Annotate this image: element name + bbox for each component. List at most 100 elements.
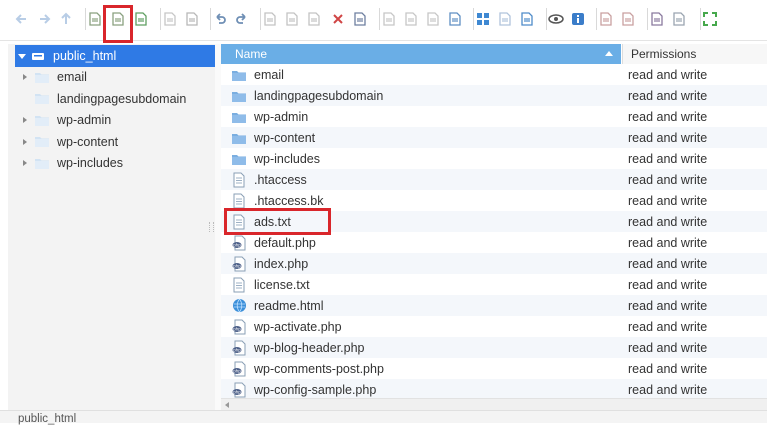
splitter-grip-icon[interactable] bbox=[209, 222, 214, 232]
archive-icon[interactable] bbox=[619, 10, 637, 28]
file-name-cell[interactable]: php index.php bbox=[231, 253, 308, 274]
file-name-cell[interactable]: landingpagesubdomain bbox=[231, 85, 383, 106]
folder-icon bbox=[34, 155, 50, 171]
permissions-cell: read and write bbox=[628, 130, 708, 145]
permissions-cell: read and write bbox=[628, 235, 708, 250]
php-file-icon: php bbox=[231, 235, 247, 251]
reload-icon[interactable] bbox=[86, 10, 104, 28]
tree-root-label: public_html bbox=[53, 49, 117, 63]
resize-icon[interactable] bbox=[446, 10, 464, 28]
search-icon[interactable] bbox=[648, 10, 666, 28]
tree-item-wp-admin[interactable]: wp-admin bbox=[23, 110, 111, 130]
status-bar: public_html bbox=[0, 410, 767, 425]
file-row[interactable]: email read and write bbox=[221, 64, 767, 85]
file-row[interactable]: php wp-blog-header.php read and write bbox=[221, 337, 767, 358]
grid-view-icon[interactable] bbox=[474, 10, 492, 28]
file-name-cell[interactable]: wp-includes bbox=[231, 148, 320, 169]
forward-icon[interactable] bbox=[35, 10, 53, 28]
edit-icon[interactable] bbox=[424, 10, 442, 28]
permissions-cell: read and write bbox=[628, 361, 708, 376]
html-file-icon bbox=[231, 298, 247, 314]
extract-icon[interactable] bbox=[597, 10, 615, 28]
open-icon[interactable] bbox=[161, 10, 179, 28]
delete-icon[interactable] bbox=[329, 10, 347, 28]
view-icon[interactable] bbox=[547, 10, 565, 28]
rename-icon[interactable] bbox=[402, 10, 420, 28]
permissions-cell: read and write bbox=[628, 151, 708, 166]
chevron-right-icon[interactable] bbox=[23, 138, 27, 145]
toolbar-separator bbox=[596, 8, 597, 30]
column-header-permissions[interactable]: Permissions bbox=[622, 44, 767, 64]
tree-item-wp-includes[interactable]: wp-includes bbox=[23, 153, 123, 173]
settings-icon[interactable] bbox=[670, 10, 688, 28]
restore-icon[interactable] bbox=[351, 10, 369, 28]
file-name-cell[interactable]: php wp-comments-post.php bbox=[231, 358, 384, 379]
chevron-right-icon[interactable] bbox=[23, 117, 27, 123]
duplicate-icon[interactable] bbox=[380, 10, 398, 28]
folder-icon bbox=[34, 134, 50, 150]
file-row[interactable]: php index.php read and write bbox=[221, 253, 767, 274]
file-name-cell[interactable]: wp-admin bbox=[231, 106, 308, 127]
tree-item-label: wp-includes bbox=[57, 156, 124, 170]
list-view-icon[interactable] bbox=[496, 10, 514, 28]
file-name-cell[interactable]: license.txt bbox=[231, 274, 310, 295]
svg-text:php: php bbox=[233, 347, 241, 352]
svg-text:php: php bbox=[233, 326, 241, 331]
file-name-cell[interactable]: php wp-activate.php bbox=[231, 316, 342, 337]
up-icon[interactable] bbox=[57, 10, 75, 28]
folder-icon bbox=[231, 109, 247, 125]
permissions-cell: read and write bbox=[628, 277, 708, 292]
toolbar-separator bbox=[379, 8, 380, 30]
file-row[interactable]: php wp-config-sample.php read and write bbox=[221, 379, 767, 400]
undo-icon[interactable] bbox=[211, 10, 229, 28]
info-icon[interactable] bbox=[569, 10, 587, 28]
file-row[interactable]: php default.php read and write bbox=[221, 232, 767, 253]
cut-icon[interactable] bbox=[283, 10, 301, 28]
fullscreen-icon[interactable] bbox=[701, 10, 719, 28]
file-row[interactable]: .htaccess read and write bbox=[221, 169, 767, 190]
chevron-right-icon[interactable] bbox=[23, 74, 27, 80]
file-row[interactable]: php wp-activate.php read and write bbox=[221, 316, 767, 337]
scroll-left-arrow-icon[interactable] bbox=[225, 402, 229, 408]
text-file-icon bbox=[231, 172, 247, 188]
file-name-cell[interactable]: .htaccess bbox=[231, 169, 307, 190]
file-name-cell[interactable]: php default.php bbox=[231, 232, 316, 253]
select-all-icon[interactable] bbox=[518, 10, 536, 28]
back-icon[interactable] bbox=[13, 10, 31, 28]
svg-text:php: php bbox=[233, 389, 241, 394]
svg-text:php: php bbox=[233, 263, 241, 268]
permissions-cell: read and write bbox=[628, 256, 708, 271]
tree-item-landingpagesubdomain[interactable]: landingpagesubdomain bbox=[23, 89, 186, 109]
new-folder-icon[interactable] bbox=[132, 10, 150, 28]
chevron-down-icon[interactable] bbox=[18, 53, 26, 59]
chevron-right-icon[interactable] bbox=[23, 160, 27, 166]
status-path: public_html bbox=[18, 413, 77, 425]
file-row[interactable]: wp-content read and write bbox=[221, 127, 767, 148]
save-icon[interactable] bbox=[183, 10, 201, 28]
permissions-cell: read and write bbox=[628, 340, 708, 355]
file-row[interactable]: php wp-comments-post.php read and write bbox=[221, 358, 767, 379]
copy-icon[interactable] bbox=[261, 10, 279, 28]
tree-root-public-html[interactable]: public_html bbox=[15, 45, 220, 67]
file-name: wp-admin bbox=[254, 109, 309, 124]
tree-item-wp-content[interactable]: wp-content bbox=[23, 132, 118, 152]
file-name-cell[interactable]: wp-content bbox=[231, 127, 315, 148]
column-header-name[interactable]: Name bbox=[221, 44, 621, 64]
file-name: index.php bbox=[254, 256, 309, 271]
redo-icon[interactable] bbox=[233, 10, 251, 28]
file-name-cell[interactable]: php wp-blog-header.php bbox=[231, 337, 365, 358]
file-row[interactable]: wp-includes read and write bbox=[221, 148, 767, 169]
file-name: wp-comments-post.php bbox=[254, 361, 384, 376]
toolbar-separator bbox=[546, 8, 547, 30]
file-row[interactable]: landingpagesubdomain read and write bbox=[221, 85, 767, 106]
file-name: wp-includes bbox=[254, 151, 321, 166]
paste-icon[interactable] bbox=[305, 10, 323, 28]
folder-icon bbox=[34, 69, 50, 85]
file-name-cell[interactable]: php wp-config-sample.php bbox=[231, 379, 376, 400]
file-name-cell[interactable]: email bbox=[231, 64, 284, 85]
file-row[interactable]: wp-admin read and write bbox=[221, 106, 767, 127]
file-name-cell[interactable]: readme.html bbox=[231, 295, 323, 316]
file-row[interactable]: readme.html read and write bbox=[221, 295, 767, 316]
tree-item-email[interactable]: email bbox=[23, 67, 87, 87]
file-row[interactable]: license.txt read and write bbox=[221, 274, 767, 295]
